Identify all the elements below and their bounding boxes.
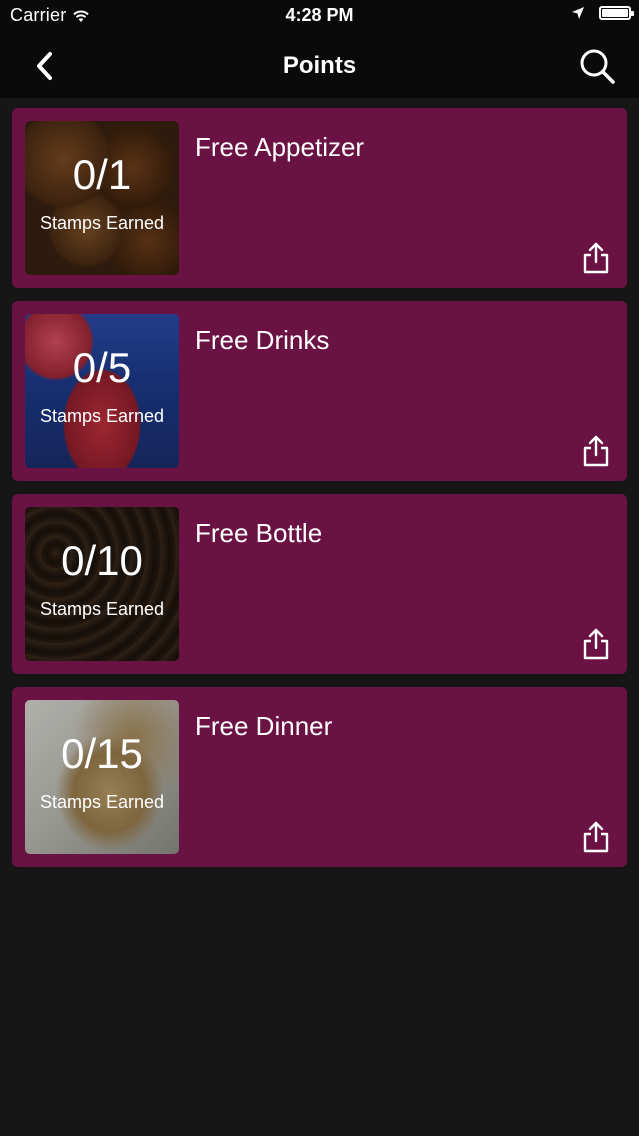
search-icon[interactable] bbox=[577, 46, 617, 86]
reward-title: Free Bottle bbox=[195, 518, 323, 548]
reward-thumbnail: 0/1 Stamps Earned bbox=[25, 121, 179, 275]
stamps-count: 0/5 bbox=[72, 344, 132, 391]
reward-thumbnail: 0/5 Stamps Earned bbox=[25, 314, 179, 468]
battery-level bbox=[602, 9, 628, 17]
share-icon[interactable] bbox=[581, 435, 611, 467]
stamps-count: 0/1 bbox=[72, 151, 132, 198]
stamps-caption: Stamps Earned bbox=[39, 406, 165, 426]
battery-icon bbox=[599, 6, 634, 20]
share-icon[interactable] bbox=[581, 821, 611, 853]
reward-title: Free Drinks bbox=[195, 325, 330, 355]
points-screen: Carrier 4:28 PM Points 0/1 Stamps Earned… bbox=[0, 0, 639, 1136]
location-arrow-icon bbox=[572, 7, 584, 19]
share-icon[interactable] bbox=[581, 628, 611, 660]
status-bar: Carrier 4:28 PM bbox=[0, 0, 639, 34]
stamps-caption: Stamps Earned bbox=[39, 792, 165, 812]
reward-card-free-bottle[interactable]: 0/10 Stamps Earned Free Bottle bbox=[12, 494, 627, 674]
page-title: Points bbox=[282, 52, 357, 79]
rewards-list: 0/1 Stamps Earned Free Appetizer 0/5 Sta… bbox=[12, 108, 627, 880]
stamps-caption: Stamps Earned bbox=[39, 213, 165, 233]
share-icon[interactable] bbox=[581, 242, 611, 274]
reward-thumbnail: 0/15 Stamps Earned bbox=[25, 700, 179, 854]
reward-title: Free Dinner bbox=[195, 711, 333, 741]
reward-card-free-dinner[interactable]: 0/15 Stamps Earned Free Dinner bbox=[12, 687, 627, 867]
reward-thumbnail: 0/10 Stamps Earned bbox=[25, 507, 179, 661]
status-time: 4:28 PM bbox=[285, 5, 354, 25]
navigation-bar: Points bbox=[0, 34, 639, 98]
stamps-caption: Stamps Earned bbox=[39, 599, 165, 619]
reward-card-free-drinks[interactable]: 0/5 Stamps Earned Free Drinks bbox=[12, 301, 627, 481]
reward-title: Free Appetizer bbox=[195, 132, 365, 162]
stamps-count: 0/15 bbox=[61, 730, 143, 777]
reward-card-free-appetizer[interactable]: 0/1 Stamps Earned Free Appetizer bbox=[12, 108, 627, 288]
status-right-group bbox=[571, 6, 634, 20]
stamps-count: 0/10 bbox=[61, 537, 143, 584]
